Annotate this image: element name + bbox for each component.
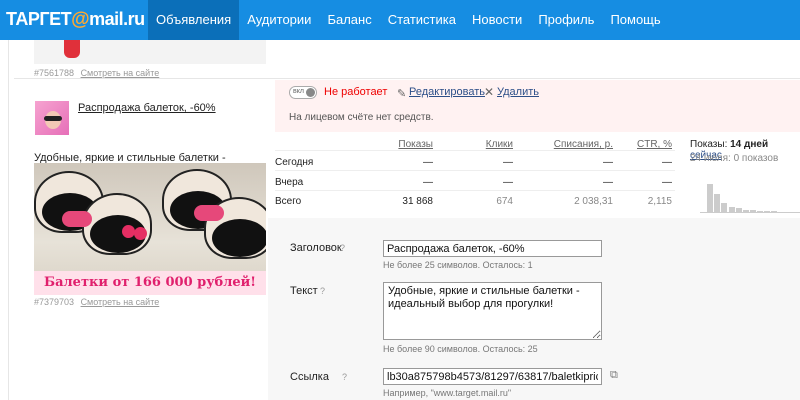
close-icon: ✕ bbox=[484, 85, 495, 99]
period-14-days[interactable]: 14 дней bbox=[730, 139, 768, 150]
cell: — bbox=[423, 157, 433, 168]
status-text: Не работает bbox=[324, 86, 388, 98]
previous-ad-view-link[interactable]: Смотреть на сайте bbox=[81, 68, 160, 78]
divider bbox=[14, 78, 800, 79]
toggle-label: вкл bbox=[293, 88, 304, 95]
ad-avatar bbox=[35, 101, 69, 135]
ad-image: Балетки от 166 000 рублей! bbox=[34, 163, 266, 295]
mini-chart bbox=[700, 182, 800, 212]
cell: — bbox=[423, 177, 433, 188]
divider bbox=[275, 190, 675, 191]
cell: — bbox=[503, 157, 513, 168]
ad-toggle[interactable]: вкл bbox=[289, 86, 317, 99]
nav-item-audiences[interactable]: Аудитории bbox=[239, 0, 319, 40]
question-icon[interactable]: ? bbox=[340, 243, 345, 253]
mini-chart-bar bbox=[721, 203, 728, 212]
ad-status-bar: вкл Не работает ✎ Редактировать ✕ Удалит… bbox=[275, 80, 800, 132]
cell: 674 bbox=[496, 196, 513, 207]
headline-label: Заголовок bbox=[290, 242, 342, 254]
ad-banner-text: Балетки от 166 000 рублей! bbox=[34, 271, 266, 295]
no-funds-warning: На лицевом счёте нет средств. bbox=[289, 112, 434, 123]
col-header-charges[interactable]: Списания, р. bbox=[515, 139, 613, 150]
nav-item-help[interactable]: Помощь bbox=[602, 0, 668, 40]
mini-chart-bar bbox=[707, 183, 714, 212]
divider bbox=[275, 170, 675, 171]
row-label-yesterday: Вчера bbox=[275, 177, 304, 188]
nav-item-ads[interactable]: Объявления bbox=[148, 0, 240, 40]
question-icon[interactable]: ? bbox=[320, 286, 325, 296]
edit-link[interactable]: Редактировать bbox=[409, 86, 485, 98]
row-label-today: Сегодня bbox=[275, 157, 314, 168]
previous-ad-id-line: #7561788 Смотреть на сайте bbox=[34, 68, 159, 78]
cell: — bbox=[662, 157, 672, 168]
ad-title-link[interactable]: Распродажа балеток, -60% bbox=[78, 102, 216, 114]
mini-chart-baseline bbox=[700, 212, 800, 213]
ad-id: #7379703 bbox=[34, 297, 75, 307]
brand-logo[interactable]: ТАРГЕТ@mail.ru bbox=[6, 9, 145, 31]
mini-chart-bar bbox=[714, 194, 721, 212]
period-label: Показы: bbox=[690, 139, 728, 150]
ad-view-link[interactable]: Смотреть на сайте bbox=[81, 297, 160, 307]
pencil-icon: ✎ bbox=[397, 88, 407, 100]
nav-item-news[interactable]: Новости bbox=[464, 0, 530, 40]
nav-item-statistics[interactable]: Статистика bbox=[380, 0, 464, 40]
nav-item-profile[interactable]: Профиль bbox=[530, 0, 602, 40]
divider bbox=[275, 150, 675, 151]
text-input[interactable]: Удобные, яркие и стильные балетки - идеа… bbox=[383, 282, 602, 340]
delete-link[interactable]: Удалить bbox=[497, 86, 539, 98]
link-label: Ссылка bbox=[290, 371, 329, 383]
col-header-clicks[interactable]: Клики bbox=[455, 139, 513, 150]
date-line: 24 июля: 0 показов bbox=[690, 153, 779, 164]
ad-id-line: #7379703 Смотреть на сайте bbox=[34, 297, 159, 307]
text-hint: Не более 90 символов. Осталось: 25 bbox=[383, 344, 538, 354]
col-header-impressions[interactable]: Показы bbox=[375, 139, 433, 150]
cell: 2 038,31 bbox=[574, 196, 613, 207]
previous-ad-image bbox=[34, 40, 266, 64]
cell: — bbox=[603, 157, 613, 168]
left-border bbox=[8, 40, 9, 400]
cell: 31 868 bbox=[402, 196, 433, 207]
toggle-knob bbox=[306, 88, 315, 97]
external-link-icon[interactable]: ⧉ bbox=[610, 369, 618, 382]
cell: — bbox=[603, 177, 613, 188]
link-hint: Например, "www.target.mail.ru" bbox=[383, 388, 512, 398]
question-icon[interactable]: ? bbox=[342, 372, 347, 382]
cell: 2,115 bbox=[647, 196, 672, 207]
edit-form: Заголовок ? Не более 25 символов. Остало… bbox=[268, 218, 800, 400]
text-label: Текст bbox=[290, 285, 318, 297]
cell: — bbox=[662, 177, 672, 188]
headline-input[interactable] bbox=[383, 240, 602, 257]
row-label-total: Всего bbox=[275, 196, 302, 207]
col-header-ctr[interactable]: CTR, % bbox=[615, 139, 672, 150]
headline-hint: Не более 25 символов. Осталось: 1 bbox=[383, 260, 533, 270]
main-nav: Объявления Аудитории Баланс Статистика Н… bbox=[148, 0, 669, 40]
nav-item-balance[interactable]: Баланс bbox=[319, 0, 379, 40]
link-input[interactable] bbox=[383, 368, 602, 385]
cell: — bbox=[503, 177, 513, 188]
previous-ad-id: #7561788 bbox=[34, 68, 75, 78]
top-bar: ТАРГЕТ@mail.ru Объявления Аудитории Бала… bbox=[0, 0, 800, 40]
